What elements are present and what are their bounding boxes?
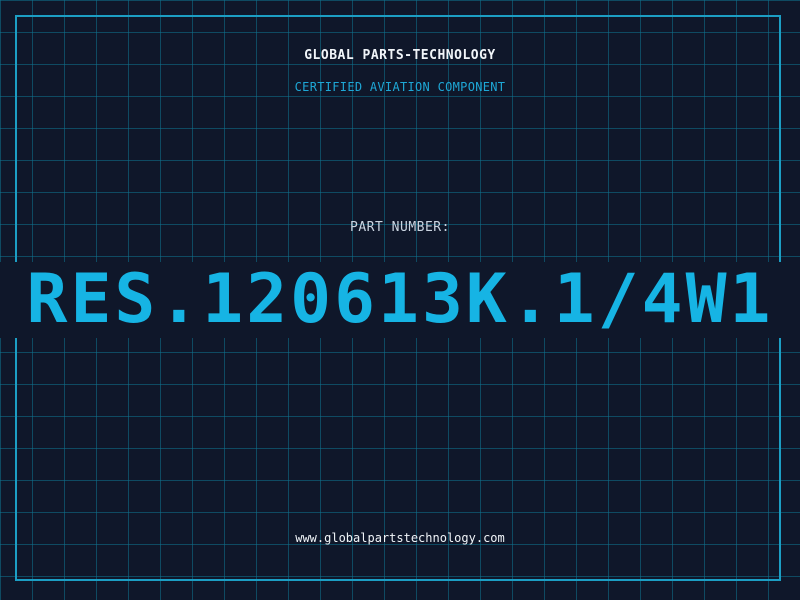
certificate-card: GLOBAL PARTS-TECHNOLOGY CERTIFIED AVIATI…	[0, 0, 800, 600]
part-number-value: RES.120613K.1/4W1	[26, 260, 774, 339]
company-name: GLOBAL PARTS-TECHNOLOGY	[304, 48, 496, 63]
website-url: www.globalpartstechnology.com	[295, 531, 505, 545]
part-number-label: PART NUMBER:	[350, 220, 450, 235]
certification-subtitle: CERTIFIED AVIATION COMPONENT	[294, 80, 506, 94]
